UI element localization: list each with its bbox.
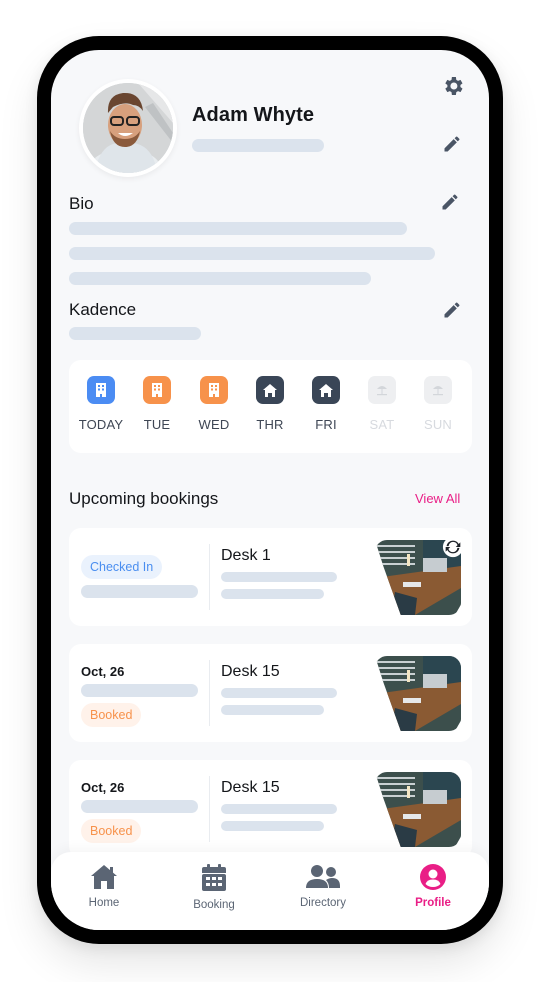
booking-card[interactable]: Oct, 26 Booked Desk 15 <box>69 760 472 858</box>
user-circle-icon <box>420 864 446 890</box>
day-icon-bg <box>424 376 452 404</box>
nav-booking[interactable]: Booking <box>174 864 254 911</box>
status-badge: Booked <box>81 819 142 843</box>
beach-umbrella-icon <box>377 386 387 396</box>
day-sun[interactable]: SUN <box>408 376 468 432</box>
day-sat[interactable]: SAT <box>352 376 412 432</box>
day-tue[interactable]: TUE <box>127 376 187 432</box>
home-icon <box>319 383 333 397</box>
desk-name: Desk 15 <box>221 779 280 796</box>
bio-line-placeholder <box>69 247 435 260</box>
booking-info-placeholder <box>81 800 198 813</box>
day-icon-bg <box>143 376 171 404</box>
day-fri[interactable]: FRI <box>296 376 356 432</box>
desk-info-placeholder <box>221 705 324 715</box>
day-icon-bg <box>200 376 228 404</box>
bio-line-placeholder <box>69 222 407 235</box>
desk-photo <box>375 656 461 731</box>
divider <box>209 544 210 610</box>
pencil-icon <box>444 136 460 152</box>
refresh-icon <box>442 536 464 558</box>
calendar-icon <box>202 864 226 891</box>
beach-umbrella-icon <box>433 386 443 396</box>
day-today[interactable]: TODAY <box>71 376 131 432</box>
pencil-icon <box>442 194 458 210</box>
status-badge: Checked In <box>81 555 163 579</box>
day-thr[interactable]: THR <box>240 376 300 432</box>
nav-home[interactable]: Home <box>64 864 144 909</box>
home-icon <box>91 865 117 889</box>
desk-name: Desk 15 <box>221 663 280 680</box>
pencil-icon <box>444 302 460 318</box>
users-icon <box>306 865 340 888</box>
profile-subtitle-placeholder <box>192 139 324 152</box>
booking-info-placeholder <box>81 684 198 697</box>
gear-icon <box>445 77 463 95</box>
edit-bio-button[interactable] <box>440 192 460 212</box>
nav-profile[interactable]: Profile <box>393 864 473 909</box>
desk-info-placeholder <box>221 821 324 831</box>
office-building-icon <box>209 383 219 397</box>
upcoming-bookings-title: Upcoming bookings <box>69 489 219 508</box>
bio-line-placeholder <box>69 272 371 285</box>
office-building-icon <box>96 383 106 397</box>
nav-directory[interactable]: Directory <box>283 864 363 909</box>
home-icon <box>263 383 277 397</box>
status-badge: Booked <box>81 703 142 727</box>
phone-frame: Adam Whyte Bio Kadence TODAY TUE WED THR… <box>37 36 503 944</box>
booking-info-placeholder <box>81 585 198 598</box>
day-icon-bg <box>87 376 115 404</box>
view-all-link[interactable]: View All <box>415 491 460 506</box>
desk-name: Desk 1 <box>221 547 271 564</box>
profile-screen: Adam Whyte Bio Kadence TODAY TUE WED THR… <box>51 50 489 930</box>
day-icon-bg <box>368 376 396 404</box>
bio-title: Bio <box>69 194 94 213</box>
profile-photo <box>83 83 173 173</box>
edit-kadence-button[interactable] <box>442 300 462 320</box>
kadence-placeholder <box>69 327 201 340</box>
refresh-button[interactable] <box>442 536 464 558</box>
day-wed[interactable]: WED <box>184 376 244 432</box>
divider <box>209 660 210 726</box>
edit-profile-button[interactable] <box>442 134 462 154</box>
desk-info-placeholder <box>221 572 337 582</box>
desk-info-placeholder <box>221 688 337 698</box>
avatar[interactable] <box>79 79 177 177</box>
profile-name: Adam Whyte <box>192 104 315 126</box>
week-schedule: TODAY TUE WED THR FRI SAT SUN <box>69 360 472 453</box>
settings-button[interactable] <box>441 74 465 98</box>
booking-card[interactable]: Checked In Desk 1 <box>69 528 472 626</box>
day-icon-bg <box>312 376 340 404</box>
desk-info-placeholder <box>221 589 324 599</box>
divider <box>209 776 210 842</box>
desk-photo <box>375 772 461 847</box>
bottom-nav: Home Booking Directory Profile <box>51 852 489 930</box>
day-icon-bg <box>256 376 284 404</box>
kadence-title: Kadence <box>69 300 137 319</box>
booking-date: Oct, 26 <box>81 780 125 795</box>
booking-date: Oct, 26 <box>81 664 125 679</box>
booking-card[interactable]: Oct, 26 Booked Desk 15 <box>69 644 472 742</box>
office-building-icon <box>152 383 162 397</box>
desk-info-placeholder <box>221 804 337 814</box>
